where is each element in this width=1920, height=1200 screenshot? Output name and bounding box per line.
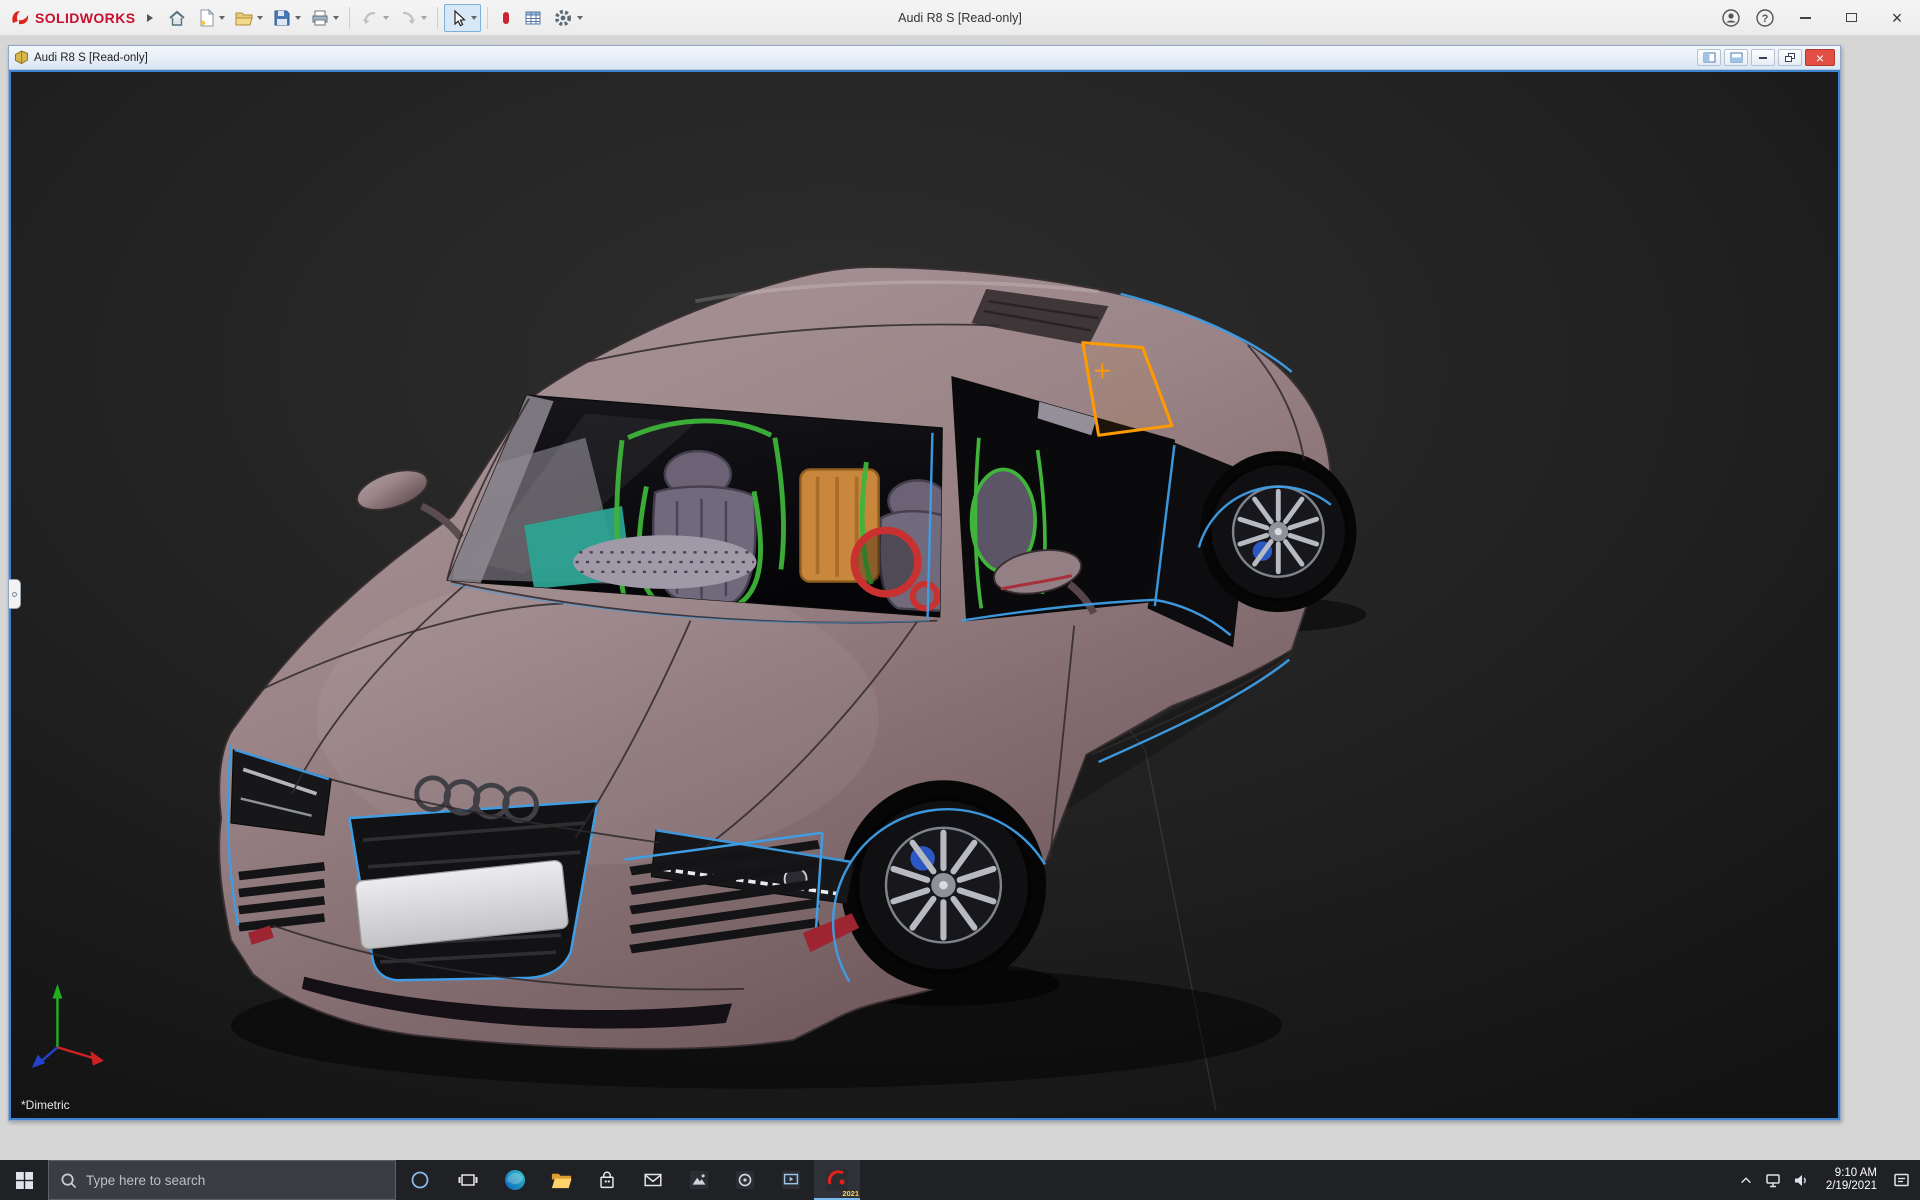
- workspace: Audi R8 S [Read-only]: [0, 36, 1920, 1160]
- redo-icon: [398, 8, 418, 28]
- quick-access-toolbar: [163, 4, 587, 32]
- graphics-area: *Dimetric: [9, 70, 1840, 1120]
- close-icon: ×: [1816, 51, 1824, 65]
- person-icon: [1721, 8, 1741, 28]
- view-orientation-label: *Dimetric: [21, 1098, 70, 1112]
- account-button[interactable]: [1714, 0, 1748, 35]
- screen: SOLIDWORKS: [0, 0, 1920, 1200]
- mail-icon: [642, 1169, 664, 1191]
- doc-close-button[interactable]: ×: [1805, 49, 1835, 66]
- new-document-icon: [196, 8, 216, 28]
- select-tool-button[interactable]: [444, 4, 481, 32]
- redo-button[interactable]: [394, 4, 431, 32]
- chevron-up-icon: [1739, 1174, 1753, 1186]
- undo-icon: [360, 8, 380, 28]
- taskbar-app-media[interactable]: [722, 1160, 768, 1200]
- cortana-button[interactable]: [396, 1160, 444, 1200]
- start-button[interactable]: [0, 1160, 48, 1200]
- cortana-icon: [410, 1170, 430, 1190]
- taskbar-app-movies-tv[interactable]: [768, 1160, 814, 1200]
- taskbar-app-file-explorer[interactable]: [538, 1160, 584, 1200]
- close-icon: ×: [1892, 9, 1903, 27]
- tray-network-button[interactable]: [1760, 1160, 1788, 1200]
- system-tray: 9:10 AM 2/19/2021: [1732, 1160, 1920, 1200]
- clock-time: 9:10 AM: [1826, 1167, 1877, 1180]
- doc-minimize-button[interactable]: [1751, 49, 1775, 66]
- menu-flyout-arrow-icon[interactable]: [147, 14, 153, 22]
- svg-text:?: ?: [1762, 13, 1769, 25]
- edge-icon: [503, 1168, 527, 1192]
- document-title: Audi R8 S [Read-only]: [34, 52, 148, 64]
- app-minimize-button[interactable]: [1782, 0, 1828, 35]
- viewport-layout-button-1[interactable]: [1697, 49, 1721, 66]
- solidworks-year-badge: 2021: [842, 1189, 859, 1198]
- grid-tool-icon: [523, 8, 543, 28]
- file-explorer-icon: [550, 1169, 573, 1192]
- help-icon: ?: [1755, 8, 1775, 28]
- search-input[interactable]: [86, 1173, 384, 1188]
- document-window: Audi R8 S [Read-only]: [8, 45, 1841, 1121]
- new-document-button[interactable]: [192, 4, 229, 32]
- solidworks-brand: SOLIDWORKS: [0, 9, 143, 27]
- action-center-icon: [1893, 1172, 1910, 1189]
- network-icon: [1765, 1172, 1782, 1189]
- windows-taskbar: 2021 9:10 AM: [0, 1160, 1920, 1200]
- select-cursor-icon: [448, 8, 468, 28]
- taskbar-app-mail[interactable]: [630, 1160, 676, 1200]
- open-button[interactable]: [230, 4, 267, 32]
- doc-restore-button[interactable]: [1778, 49, 1802, 66]
- media-player-icon: [734, 1169, 756, 1191]
- undo-button[interactable]: [356, 4, 393, 32]
- store-icon: [596, 1169, 618, 1191]
- app-maximize-button[interactable]: [1828, 0, 1874, 35]
- ds-logo-icon: [10, 9, 30, 27]
- 3d-viewport-scene[interactable]: [11, 72, 1838, 1118]
- featuremanager-flyout-tab[interactable]: [9, 579, 21, 609]
- taskbar-app-edge[interactable]: [492, 1160, 538, 1200]
- open-folder-icon: [234, 8, 254, 28]
- task-view-button[interactable]: [444, 1160, 492, 1200]
- taskbar-app-store[interactable]: [584, 1160, 630, 1200]
- taskbar-clock[interactable]: 9:10 AM 2/19/2021: [1816, 1167, 1887, 1193]
- rear-wheel[interactable]: [1210, 463, 1347, 600]
- app-close-button[interactable]: ×: [1874, 0, 1920, 35]
- split-window-icon: [1730, 52, 1743, 63]
- taskbar-app-solidworks[interactable]: 2021: [814, 1160, 860, 1200]
- search-icon: [60, 1172, 77, 1189]
- tile-window-icon: [1703, 52, 1716, 63]
- tray-volume-button[interactable]: [1788, 1160, 1816, 1200]
- options-button[interactable]: [548, 4, 587, 32]
- part-document-icon: [14, 50, 29, 65]
- grid-tool-button[interactable]: [519, 4, 547, 32]
- clock-date: 2/19/2021: [1826, 1180, 1877, 1193]
- action-center-button[interactable]: [1887, 1160, 1915, 1200]
- help-button[interactable]: ?: [1748, 0, 1782, 35]
- movies-tv-icon: [780, 1169, 802, 1191]
- brand-name: SOLIDWORKS: [35, 10, 135, 26]
- gear-icon: [552, 7, 574, 29]
- tray-chevron-button[interactable]: [1732, 1160, 1760, 1200]
- save-icon: [272, 8, 292, 28]
- print-button[interactable]: [306, 4, 343, 32]
- red-tool-icon: [498, 8, 514, 28]
- windows-logo-icon: [16, 1172, 33, 1189]
- home-icon: [167, 8, 187, 28]
- taskbar-search[interactable]: [48, 1160, 396, 1200]
- viewport-layout-button-2[interactable]: [1724, 49, 1748, 66]
- photos-icon: [688, 1169, 710, 1191]
- save-button[interactable]: [268, 4, 305, 32]
- app-window-title: Audi R8 S [Read-only]: [898, 11, 1022, 25]
- print-icon: [310, 8, 330, 28]
- solidworks-titlebar: SOLIDWORKS: [0, 0, 1920, 36]
- document-titlebar[interactable]: Audi R8 S [Read-only]: [9, 46, 1840, 70]
- taskbar-app-photos[interactable]: [676, 1160, 722, 1200]
- volume-icon: [1793, 1172, 1810, 1189]
- restore-icon: [1785, 53, 1795, 62]
- home-button[interactable]: [163, 4, 191, 32]
- task-view-icon: [458, 1170, 478, 1190]
- red-tool-button[interactable]: [494, 4, 518, 32]
